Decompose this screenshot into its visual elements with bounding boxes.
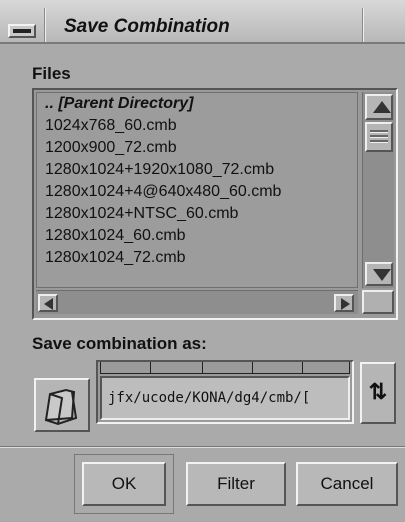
folder-button[interactable] <box>34 378 90 432</box>
scroll-up-button[interactable] <box>365 94 393 120</box>
list-item[interactable]: 1024x768_60.cmb <box>37 115 357 137</box>
list-item[interactable]: .. [Parent Directory] <box>37 93 357 115</box>
arrow-down-icon <box>373 269 391 281</box>
swap-arrows-icon: ⇅ <box>368 379 388 404</box>
list-item[interactable]: 1280x1024+1920x1080_72.cmb <box>37 159 357 181</box>
cancel-button[interactable]: Cancel <box>296 462 398 506</box>
path-ruler <box>100 362 350 374</box>
vertical-scrollbar[interactable] <box>362 92 394 288</box>
list-item[interactable]: 1280x1024+4@640x480_60.cmb <box>37 181 357 203</box>
files-label: Files <box>32 64 71 83</box>
arrow-right-icon <box>341 298 350 310</box>
swap-button[interactable]: ⇅ <box>360 362 396 424</box>
window-menu-icon[interactable] <box>8 24 36 38</box>
window-title: Save Combination <box>64 16 230 37</box>
title-divider <box>44 8 46 42</box>
vertical-scroll-thumb[interactable] <box>365 122 393 152</box>
scroll-right-button[interactable] <box>334 294 354 312</box>
list-item[interactable]: 1280x1024+NTSC_60.cmb <box>37 203 357 225</box>
list-item[interactable]: 1200x900_72.cmb <box>37 137 357 159</box>
file-list[interactable]: .. [Parent Directory] 1024x768_60.cmb 12… <box>36 92 358 288</box>
dialog-separator <box>0 446 405 448</box>
arrow-left-icon <box>44 298 53 310</box>
scroll-left-button[interactable] <box>38 294 58 312</box>
arrow-up-icon <box>373 101 391 113</box>
title-divider-right <box>362 8 364 42</box>
save-path-input[interactable]: jfx/ucode/KONA/dg4/cmb/[ <box>100 376 350 420</box>
ok-button[interactable]: OK <box>82 462 166 506</box>
horizontal-scrollbar[interactable] <box>36 290 358 314</box>
list-item[interactable]: 1280x1024_72.cmb <box>37 247 357 269</box>
filter-button[interactable]: Filter <box>186 462 286 506</box>
save-as-label: Save combination as: <box>32 334 207 353</box>
folder-icon <box>44 388 78 426</box>
scroll-corner <box>362 290 394 314</box>
list-item[interactable]: 1280x1024_60.cmb <box>37 225 357 247</box>
scroll-down-button[interactable] <box>365 262 393 286</box>
